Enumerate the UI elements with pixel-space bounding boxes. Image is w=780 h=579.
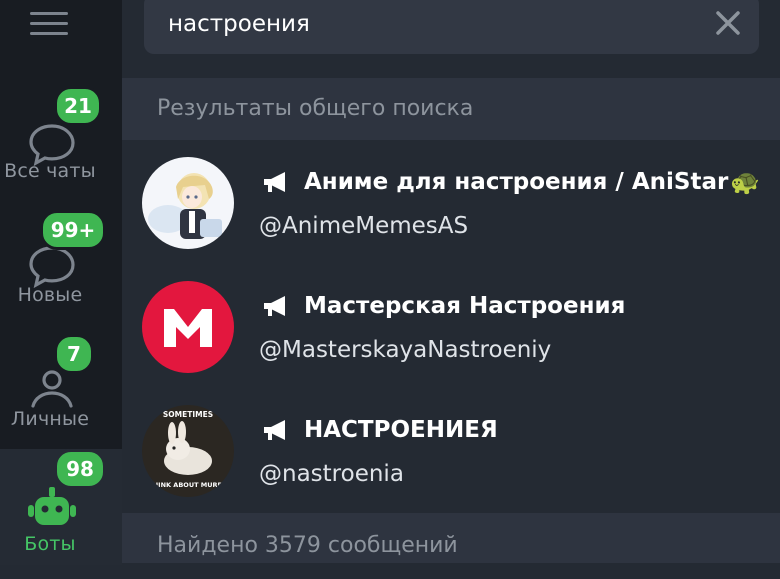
- search-result-channel[interactable]: SOMETIMES I THINK ABOUT MURDER НАСТРОЕНИ…: [122, 389, 780, 513]
- folder-label: Личные: [10, 408, 90, 430]
- channel-title: Аниме для настроения / AniStar: [304, 169, 729, 195]
- search-result-channel[interactable]: Аниме для настроения / AniStar 🐢 @AnimeM…: [122, 141, 780, 265]
- hamburger-menu-button[interactable]: [30, 10, 68, 38]
- channel-handle: @MasterskayaNastroeniy: [259, 337, 552, 363]
- folder-personal[interactable]: 7 Личные: [0, 334, 122, 450]
- folder-new[interactable]: 99+ Новые: [0, 210, 122, 326]
- turtle-emoji: 🐢: [730, 168, 761, 196]
- channel-handle: @nastroenia: [259, 461, 404, 487]
- folders-rail: 21 Все чаты 99+ Новые 7 Личные 98 Боты: [0, 0, 122, 565]
- megaphone-icon: [264, 296, 285, 316]
- close-icon[interactable]: [713, 8, 743, 38]
- channel-avatar: [142, 157, 234, 249]
- messages-results-header: Найдено 3579 сообщений: [122, 513, 780, 563]
- megaphone-icon: [264, 172, 285, 192]
- channel-avatar: SOMETIMES I THINK ABOUT MURDER: [142, 405, 234, 497]
- channel-avatar: [142, 281, 234, 373]
- folder-label: Все чаты: [4, 160, 96, 182]
- channel-title: НАСТРОЕНИЕЯ: [304, 417, 498, 443]
- search-box: [144, 0, 759, 54]
- unread-badge: 99+: [40, 210, 106, 250]
- folder-all-chats[interactable]: 21 Все чаты: [0, 86, 122, 202]
- folder-label: Новые: [17, 284, 83, 306]
- unread-badge: 7: [54, 334, 94, 374]
- search-result-channel[interactable]: Мастерская Настроения @MasterskayaNastro…: [122, 265, 780, 389]
- unread-badge: 98: [54, 449, 106, 489]
- search-bar: [122, 0, 780, 78]
- channel-handle: @AnimeMemesAS: [259, 213, 469, 239]
- search-input[interactable]: [168, 4, 668, 44]
- megaphone-icon: [264, 420, 285, 440]
- unread-badge: 21: [54, 86, 102, 126]
- avatar-caption-top: SOMETIMES: [163, 410, 213, 419]
- folder-bots[interactable]: 98 Боты: [0, 449, 122, 565]
- channel-title: Мастерская Настроения: [304, 293, 626, 319]
- folder-label: Боты: [24, 533, 76, 555]
- global-results-header: Результаты общего поиска: [122, 78, 780, 140]
- avatar-caption-bottom: I THINK ABOUT MURDER: [144, 481, 233, 489]
